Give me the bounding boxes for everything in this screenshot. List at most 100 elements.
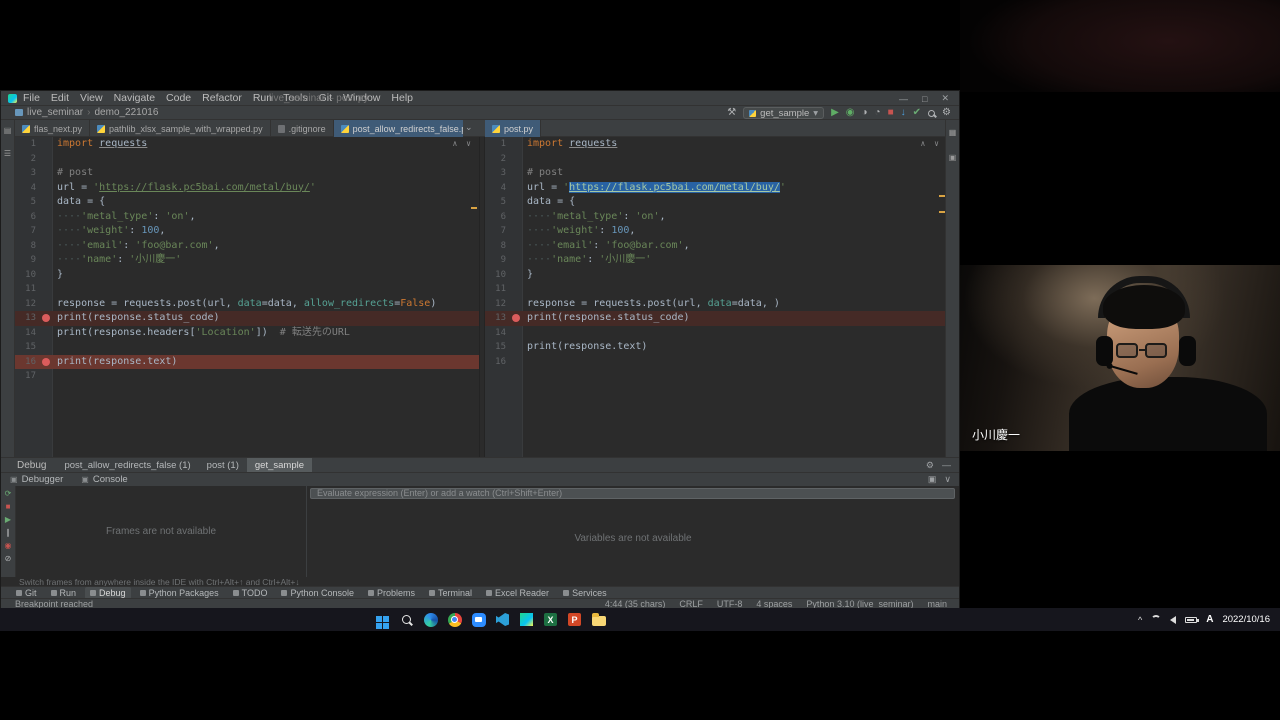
- explorer-icon[interactable]: [588, 609, 609, 630]
- breakpoint-gutter[interactable]: [511, 326, 523, 341]
- code-line[interactable]: 14: [485, 326, 947, 341]
- code-line[interactable]: 13print(response.status_code): [15, 311, 479, 326]
- breakpoint-gutter[interactable]: [41, 210, 53, 225]
- toolwindow-run[interactable]: Run: [46, 587, 82, 599]
- code-line[interactable]: 2: [15, 152, 479, 167]
- breakpoint-gutter[interactable]: [511, 224, 523, 239]
- code-line[interactable]: 15print(response.text): [485, 340, 947, 355]
- pause-icon[interactable]: ∥: [6, 528, 10, 538]
- toolwindow-debug[interactable]: Debug: [85, 587, 131, 599]
- view-breakpoints-icon[interactable]: ◉: [5, 541, 12, 551]
- menu-navigate[interactable]: Navigate: [114, 92, 155, 104]
- zoom-icon[interactable]: [468, 609, 489, 630]
- breakpoint-gutter[interactable]: [41, 137, 53, 152]
- tab-post.py[interactable]: post.py: [485, 120, 541, 137]
- search-button[interactable]: [396, 609, 417, 630]
- toolwindow-problems[interactable]: Problems: [363, 587, 420, 599]
- inspection-widget[interactable]: ∧ ∨: [453, 139, 473, 148]
- resume-icon[interactable]: ▶: [5, 515, 11, 525]
- tab-post_allow_redirects_false.py[interactable]: post_allow_redirects_false.py: [334, 120, 463, 137]
- breakpoint-gutter[interactable]: [511, 297, 523, 312]
- breadcrumb-item[interactable]: demo_221016: [94, 107, 158, 118]
- toolwindow-terminal[interactable]: Terminal: [424, 587, 477, 599]
- code-line[interactable]: 10}: [15, 268, 479, 283]
- code-line[interactable]: 11: [485, 282, 947, 297]
- collapse-icon[interactable]: ∨: [944, 474, 951, 485]
- breakpoint-gutter[interactable]: [41, 195, 53, 210]
- battery-icon[interactable]: [1185, 617, 1197, 623]
- warning-stripe-mark[interactable]: [471, 207, 477, 209]
- vscode-icon[interactable]: [492, 609, 513, 630]
- mute-breakpoints-icon[interactable]: ⊘: [5, 554, 12, 564]
- toolwindow-git[interactable]: Git: [11, 587, 42, 599]
- breakpoint-gutter[interactable]: [511, 166, 523, 181]
- code-line[interactable]: 4url = 'https://flask.pc5bai.com/metal/b…: [485, 181, 947, 196]
- menu-help[interactable]: Help: [391, 92, 413, 104]
- breakpoint-gutter[interactable]: [511, 137, 523, 152]
- pycharm-icon[interactable]: [516, 609, 537, 630]
- chrome-icon[interactable]: [444, 609, 465, 630]
- project-tool-icon[interactable]: ▤: [4, 126, 12, 135]
- code-line[interactable]: 13print(response.status_code): [485, 311, 947, 326]
- breakpoint-gutter[interactable]: [41, 369, 53, 384]
- breakpoint-gutter[interactable]: [41, 181, 53, 196]
- code-line[interactable]: 2: [485, 152, 947, 167]
- clock-date[interactable]: 2022/10/16: [1222, 614, 1270, 625]
- breakpoint-gutter[interactable]: [41, 224, 53, 239]
- code-line[interactable]: 5data = {: [15, 195, 479, 210]
- code-line[interactable]: 15: [15, 340, 479, 355]
- breakpoint-gutter[interactable]: [511, 355, 523, 370]
- breakpoint-gutter[interactable]: [41, 253, 53, 268]
- tab-flas_next.py[interactable]: flas_next.py: [15, 120, 90, 137]
- code-line[interactable]: 3# post: [15, 166, 479, 181]
- breakpoint-gutter[interactable]: [41, 268, 53, 283]
- evaluate-expression-input[interactable]: Evaluate expression (Enter) or add a wat…: [310, 488, 955, 499]
- run-config-dropdown[interactable]: get_sample ▾: [743, 107, 824, 119]
- breakpoint-gutter[interactable]: [511, 311, 523, 326]
- debug-session-tab[interactable]: post (1): [199, 458, 247, 473]
- code-line[interactable]: 4url = 'https://flask.pc5bai.com/metal/b…: [15, 181, 479, 196]
- code-line[interactable]: 8····'email': 'foo@bar.com',: [485, 239, 947, 254]
- powerpoint-icon[interactable]: [564, 609, 585, 630]
- breakpoint-gutter[interactable]: [41, 152, 53, 167]
- stop-icon[interactable]: ■: [6, 502, 11, 512]
- notifications-icon[interactable]: ▦: [949, 128, 957, 137]
- breakpoint-gutter[interactable]: [511, 282, 523, 297]
- breakpoint-gutter[interactable]: [41, 311, 53, 326]
- menu-refactor[interactable]: Refactor: [202, 92, 242, 104]
- hidden-tabs-button[interactable]: ⌄: [465, 122, 473, 133]
- start-button[interactable]: [372, 609, 393, 630]
- code-line[interactable]: 8····'email': 'foo@bar.com',: [15, 239, 479, 254]
- code-line[interactable]: 16: [485, 355, 947, 370]
- debug-session-tab[interactable]: get_sample: [247, 458, 312, 473]
- code-line[interactable]: 16print(response.text): [15, 355, 479, 370]
- tab-.gitignore[interactable]: .gitignore: [271, 120, 334, 137]
- code-line[interactable]: 9····'name': '小川慶一': [15, 253, 479, 268]
- breakpoint-gutter[interactable]: [41, 166, 53, 181]
- code-line[interactable]: 1import requests: [485, 137, 947, 152]
- debug-session-tab[interactable]: post_allow_redirects_false (1): [56, 458, 198, 473]
- search-everywhere-icon[interactable]: [928, 110, 935, 117]
- toolwindow-todo[interactable]: TODO: [228, 587, 273, 599]
- excel-icon[interactable]: [540, 609, 561, 630]
- layout-settings-icon[interactable]: ▣: [928, 474, 937, 485]
- code-line[interactable]: 12response = requests.post(url, data=dat…: [15, 297, 479, 312]
- breakpoint-gutter[interactable]: [511, 253, 523, 268]
- inspection-widget[interactable]: ∧ ∨: [921, 139, 941, 148]
- run-button[interactable]: ▶: [831, 106, 839, 120]
- tab-debugger[interactable]: ▣Debugger: [1, 473, 72, 487]
- coverage-icon[interactable]: ◑: [862, 106, 868, 120]
- update-project-icon[interactable]: ↓: [901, 106, 906, 120]
- code-line[interactable]: 17: [15, 369, 479, 384]
- toolwindow-excel-reader[interactable]: Excel Reader: [481, 587, 554, 599]
- breakpoint-gutter[interactable]: [511, 210, 523, 225]
- settings-icon[interactable]: ⚙: [942, 106, 951, 120]
- breakpoint-gutter[interactable]: [41, 326, 53, 341]
- toolwindow-python-console[interactable]: Python Console: [276, 587, 359, 599]
- stop-button[interactable]: ■: [888, 106, 894, 120]
- code-line[interactable]: 1import requests: [15, 137, 479, 152]
- debug-button[interactable]: ◉: [846, 106, 855, 120]
- breakpoint-gutter[interactable]: [41, 282, 53, 297]
- build-icon[interactable]: ⚒: [727, 106, 736, 120]
- menu-code[interactable]: Code: [166, 92, 191, 104]
